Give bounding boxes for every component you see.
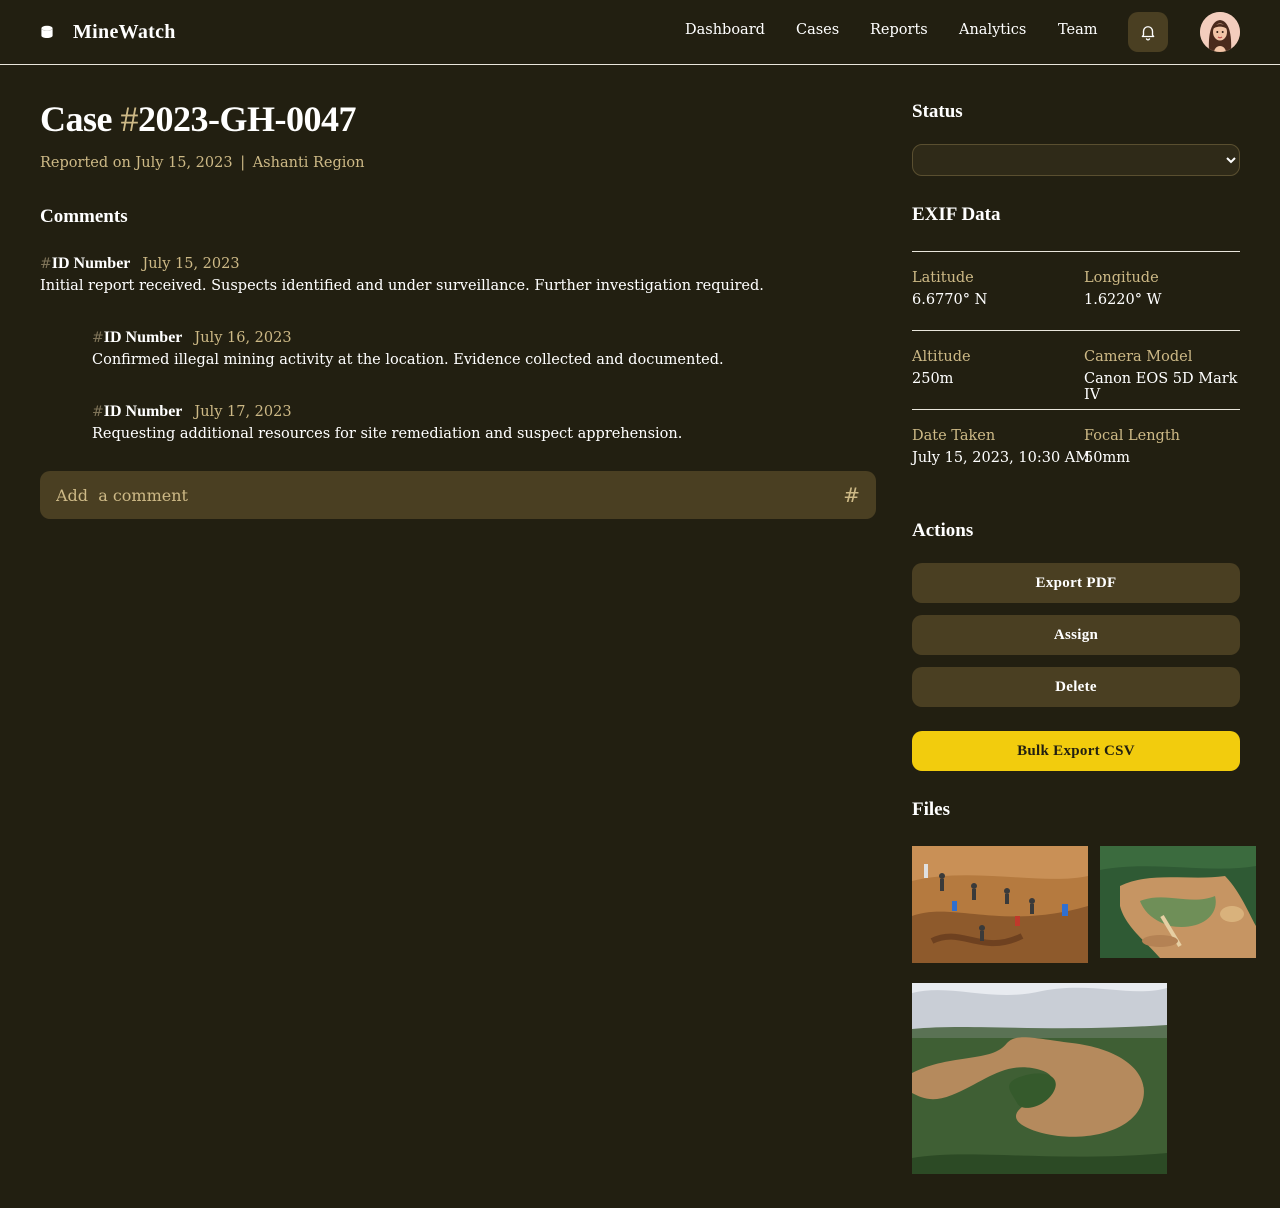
comment-date: July 16, 2023 bbox=[194, 330, 292, 346]
comment-reply-item: # ID Number July 16, 2023 Confirmed ille… bbox=[92, 329, 724, 368]
brand[interactable]: MineWatch bbox=[40, 19, 176, 45]
exif-row: Date Taken July 15, 2023, 10:30 AM Focal… bbox=[912, 409, 1240, 488]
exif-label: Altitude bbox=[912, 349, 971, 365]
comment-author[interactable]: ID Number bbox=[104, 329, 183, 347]
case-region: Ashanti Region bbox=[252, 155, 365, 171]
comment-submit-hash-icon[interactable]: # bbox=[843, 483, 860, 507]
exif-row: Altitude 250m Camera Model Canon EOS 5D … bbox=[912, 330, 1240, 409]
exif-heading: EXIF Data bbox=[912, 204, 1001, 225]
exif-field-altitude: Altitude 250m bbox=[912, 349, 971, 387]
comment-composer: # bbox=[40, 471, 876, 519]
assign-button[interactable]: Assign bbox=[912, 615, 1240, 655]
bell-icon bbox=[1141, 26, 1155, 41]
exif-value: July 15, 2023, 10:30 AM bbox=[912, 450, 1091, 466]
comment-text: Confirmed illegal mining activity at the… bbox=[92, 352, 724, 368]
comment-date: July 15, 2023 bbox=[142, 256, 240, 272]
actions-heading: Actions bbox=[912, 520, 974, 541]
exif-label: Latitude bbox=[912, 270, 974, 286]
case-title-prefix: Case bbox=[40, 99, 121, 139]
comment-hash: # bbox=[92, 330, 104, 346]
export-pdf-button[interactable]: Export PDF bbox=[912, 563, 1240, 603]
nav-link-dashboard[interactable]: Dashboard bbox=[685, 22, 765, 38]
nav-item-team[interactable]: Team bbox=[1058, 22, 1098, 38]
exif-field-date-taken: Date Taken July 15, 2023, 10:30 AM bbox=[912, 428, 1090, 466]
database-icon bbox=[41, 25, 53, 38]
nav-link-team[interactable]: Team bbox=[1058, 22, 1098, 38]
reported-label: Reported on bbox=[40, 155, 131, 171]
exif-row: Latitude 6.6770° N Longitude 1.6220° W bbox=[912, 251, 1240, 330]
exif-field-camera-model: Camera Model Canon EOS 5D Mark IV bbox=[1084, 349, 1240, 403]
exif-label: Date Taken bbox=[912, 428, 996, 444]
case-title-hash: # bbox=[120, 99, 139, 139]
status-heading: Status bbox=[912, 101, 963, 122]
files-heading: Files bbox=[912, 799, 950, 820]
comment-author[interactable]: ID Number bbox=[104, 403, 183, 421]
nav-item-dashboard[interactable]: Dashboard bbox=[685, 22, 765, 38]
nav-link-reports[interactable]: Reports bbox=[870, 22, 928, 38]
exif-label: Longitude bbox=[1084, 270, 1159, 286]
river-bend-photo bbox=[912, 983, 1167, 1174]
meta-separator: | bbox=[240, 155, 246, 171]
exif-value: Canon EOS 5D Mark IV bbox=[1084, 371, 1238, 403]
nav-link-analytics[interactable]: Analytics bbox=[959, 22, 1026, 38]
comments-heading: Comments bbox=[40, 206, 128, 227]
top-header: MineWatch Dashboard Cases Reports Analyt… bbox=[0, 0, 1280, 65]
brand-name: MineWatch bbox=[73, 20, 176, 43]
avatar-portrait bbox=[1200, 12, 1240, 52]
comment-reply-item: # ID Number July 17, 2023 Requesting add… bbox=[92, 403, 682, 442]
exif-field-longitude: Longitude 1.6220° W bbox=[1084, 270, 1162, 308]
exif-value: 250m bbox=[912, 371, 954, 387]
comment-hash: # bbox=[92, 404, 104, 420]
file-thumbnail-river-bend[interactable] bbox=[912, 983, 1167, 1174]
file-thumbnail-mining-site[interactable] bbox=[912, 846, 1088, 963]
user-avatar[interactable] bbox=[1200, 12, 1240, 52]
exif-field-latitude: Latitude 6.6770° N bbox=[912, 270, 987, 308]
comment-input[interactable] bbox=[56, 485, 816, 505]
case-meta: Reported on July 15, 2023 | Ashanti Regi… bbox=[40, 155, 365, 171]
comment-item: # ID Number July 15, 2023 Initial report… bbox=[40, 255, 764, 294]
file-thumbnail-aerial-forest[interactable] bbox=[1100, 846, 1256, 958]
exif-value: 50mm bbox=[1084, 450, 1130, 466]
comment-author[interactable]: ID Number bbox=[52, 255, 131, 273]
nav-link-cases[interactable]: Cases bbox=[796, 22, 839, 38]
notifications-button[interactable] bbox=[1128, 12, 1168, 52]
case-id: 2023-GH-0047 bbox=[138, 99, 356, 139]
exif-value: 6.6770° N bbox=[912, 292, 988, 308]
reported-date: July 15, 2023 bbox=[135, 155, 233, 171]
comment-text: Requesting additional resources for site… bbox=[92, 426, 683, 442]
exif-label: Focal Length bbox=[1084, 428, 1181, 444]
comment-date: July 17, 2023 bbox=[194, 404, 292, 420]
exif-value: 1.6220° W bbox=[1084, 292, 1162, 308]
comment-text: Initial report received. Suspects identi… bbox=[40, 278, 764, 294]
comment-hash: # bbox=[40, 256, 52, 272]
delete-button[interactable]: Delete bbox=[912, 667, 1240, 707]
nav-item-cases[interactable]: Cases bbox=[796, 22, 839, 38]
bulk-export-csv-button[interactable]: Bulk Export CSV bbox=[912, 731, 1240, 771]
status-select[interactable] bbox=[912, 144, 1240, 176]
exif-field-focal-length: Focal Length 50mm bbox=[1084, 428, 1180, 466]
aerial-forest-photo bbox=[1100, 846, 1256, 958]
nav-item-analytics[interactable]: Analytics bbox=[959, 22, 1026, 38]
page-title: Case #2023-GH-0047 bbox=[40, 98, 356, 140]
nav-item-reports[interactable]: Reports bbox=[870, 22, 928, 38]
exif-label: Camera Model bbox=[1084, 349, 1193, 365]
mining-site-photo bbox=[912, 846, 1088, 963]
